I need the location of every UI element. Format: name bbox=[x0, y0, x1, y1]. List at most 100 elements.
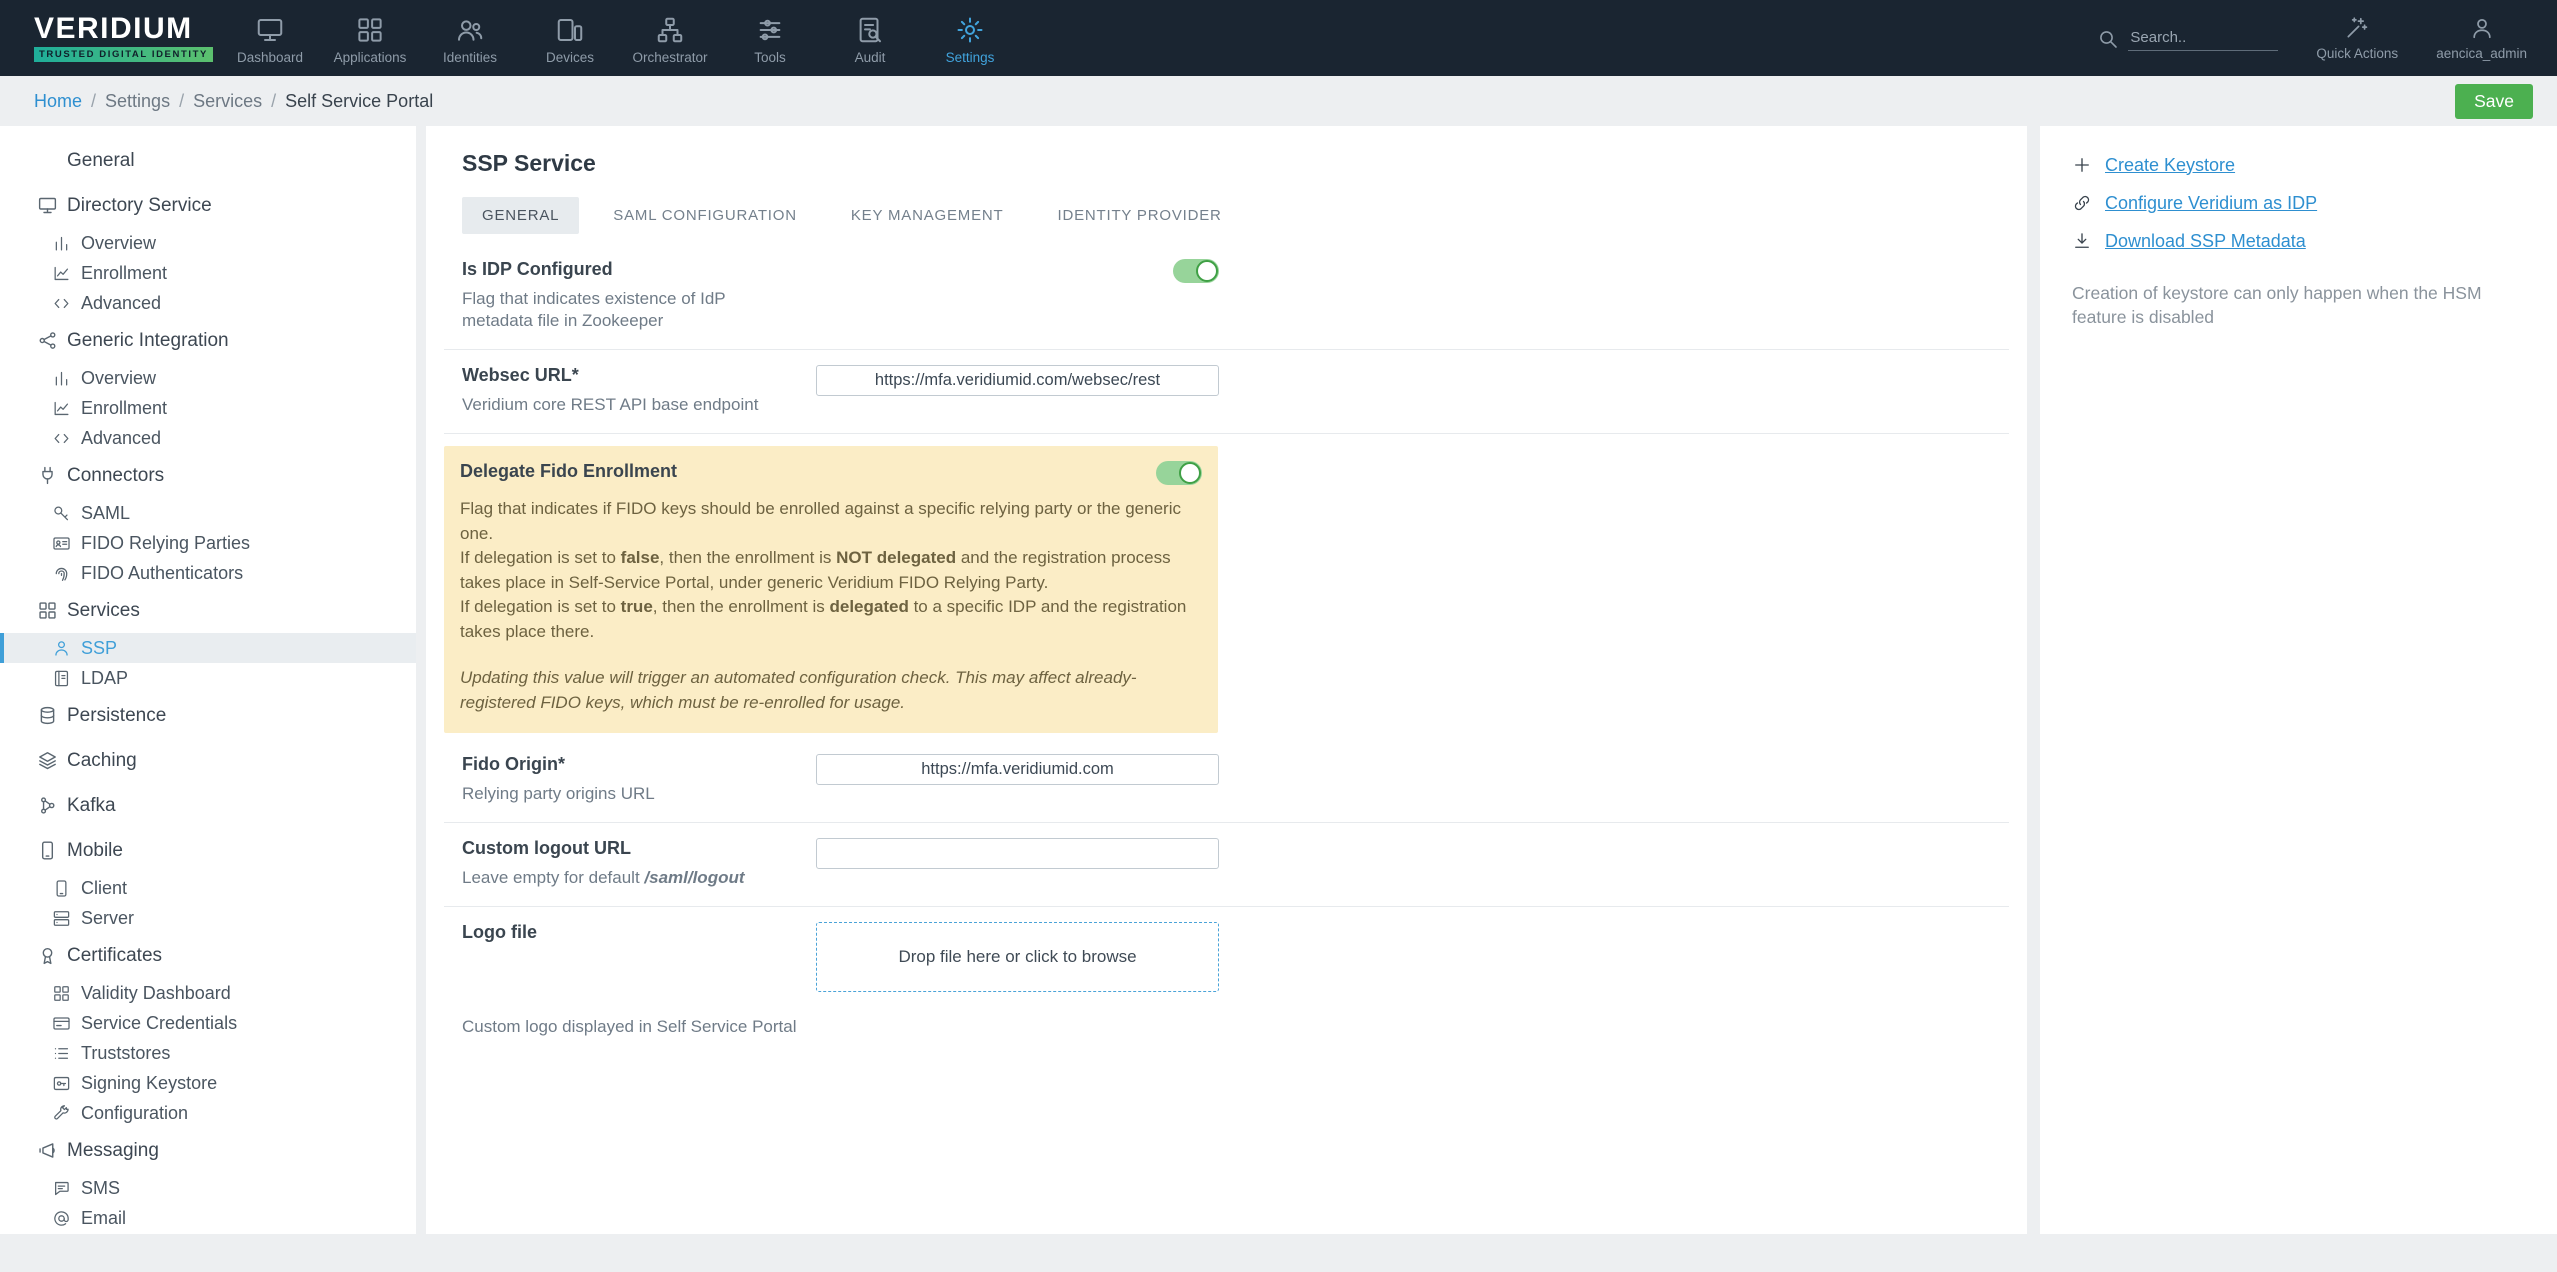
tab-key-management[interactable]: KEY MANAGEMENT bbox=[831, 197, 1024, 234]
monitor-icon bbox=[36, 195, 58, 217]
search-icon[interactable] bbox=[2096, 27, 2120, 51]
breadcrumb-services[interactable]: Services bbox=[193, 91, 262, 112]
sidebar-item-services[interactable]: Services bbox=[0, 588, 416, 633]
action-create-keystore[interactable]: Create Keystore bbox=[2072, 150, 2521, 180]
websec-url-input[interactable] bbox=[816, 365, 1219, 396]
settings-icon bbox=[955, 15, 985, 45]
action-link[interactable]: Create Keystore bbox=[2105, 155, 2235, 176]
sidebar-item-enrollment[interactable]: Enrollment bbox=[0, 393, 416, 423]
nav-item-dashboard[interactable]: Dashboard bbox=[220, 11, 320, 65]
sidebar-item-label: SMS bbox=[81, 1177, 121, 1198]
delegate-fido-toggle[interactable] bbox=[1156, 461, 1202, 485]
topbar: VERIDIUM TRUSTED DIGITAL IDENTITY Dashbo… bbox=[0, 0, 2557, 76]
sidebar-item-label: General bbox=[67, 149, 135, 171]
tab-identity-provider[interactable]: IDENTITY PROVIDER bbox=[1038, 197, 1242, 234]
sidebar-item-label: Configuration bbox=[81, 1102, 189, 1123]
sidebar-item-label: Messaging bbox=[67, 1139, 159, 1161]
field-label: Custom logout URL bbox=[462, 838, 631, 858]
topbar-right: Quick Actions aencica_admin bbox=[2096, 15, 2557, 61]
sidebar-item-label: Directory Service bbox=[67, 194, 212, 216]
tab-general[interactable]: GENERAL bbox=[462, 197, 580, 234]
breadcrumb-separator: / bbox=[179, 90, 185, 111]
sidebar-item-mobile[interactable]: Mobile bbox=[0, 828, 416, 873]
sidebar-item-persistence[interactable]: Persistence bbox=[0, 693, 416, 738]
sidebar-item-client[interactable]: Client bbox=[0, 873, 416, 903]
sidebar-item-truststores[interactable]: Truststores bbox=[0, 1038, 416, 1068]
nav-item-label: Settings bbox=[945, 50, 995, 65]
breadcrumb-bar: Home / Settings / Services / Self Servic… bbox=[0, 76, 2557, 126]
sidebar-item-label: Overview bbox=[81, 232, 157, 253]
logo-dropzone[interactable]: Drop file here or click to browse bbox=[816, 922, 1219, 992]
code-icon bbox=[50, 427, 72, 449]
nav-item-label: Orchestrator bbox=[632, 50, 708, 65]
nav-item-applications[interactable]: Applications bbox=[320, 11, 420, 65]
search-input[interactable] bbox=[2128, 25, 2279, 51]
sidebar-item-overview[interactable]: Overview bbox=[0, 363, 416, 393]
tab-saml-configuration[interactable]: SAML CONFIGURATION bbox=[593, 197, 817, 234]
sidebar-item-configuration[interactable]: Configuration bbox=[0, 1098, 416, 1128]
sidebar-item-sms[interactable]: SMS bbox=[0, 1173, 416, 1203]
custom-logout-url-input[interactable] bbox=[816, 838, 1219, 869]
is-idp-configured-toggle[interactable] bbox=[1173, 259, 1219, 283]
sidebar-item-label: Server bbox=[81, 907, 135, 928]
sidebar-item-advanced[interactable]: Advanced bbox=[0, 423, 416, 453]
sidebar-item-generic-integration[interactable]: Generic Integration bbox=[0, 318, 416, 363]
sidebar-item-server[interactable]: Server bbox=[0, 903, 416, 933]
breadcrumb-separator: / bbox=[91, 90, 97, 111]
user-icon bbox=[2469, 15, 2495, 41]
nav-item-identities[interactable]: Identities bbox=[420, 11, 520, 65]
sidebar-item-fido-relying-parties[interactable]: FIDO Relying Parties bbox=[0, 528, 416, 558]
sidebar-item-overview[interactable]: Overview bbox=[0, 228, 416, 258]
sidebar-item-kafka[interactable]: Kafka bbox=[0, 783, 416, 828]
sidebar-item-enrollment[interactable]: Enrollment bbox=[0, 258, 416, 288]
sidebar-item-validity-dashboard[interactable]: Validity Dashboard bbox=[0, 978, 416, 1008]
nav-item-label: Tools bbox=[754, 50, 786, 65]
nav-item-settings[interactable]: Settings bbox=[920, 11, 1020, 65]
sidebar-item-signing-keystore[interactable]: Signing Keystore bbox=[0, 1068, 416, 1098]
sidebar-item-directory-service[interactable]: Directory Service bbox=[0, 183, 416, 228]
sidebar-item-label: Truststores bbox=[81, 1042, 171, 1063]
sidebar: General Directory Service Overview Enrollme… bbox=[0, 126, 416, 1234]
mobile-icon bbox=[50, 877, 72, 899]
sidebar-item-label: Advanced bbox=[81, 292, 162, 313]
ssp-service-card: SSP Service GENERAL SAML CONFIGURATION K… bbox=[426, 126, 2027, 1234]
nav-item-devices[interactable]: Devices bbox=[520, 11, 620, 65]
sidebar-item-caching[interactable]: Caching bbox=[0, 738, 416, 783]
sidebar-item-label: Client bbox=[81, 877, 128, 898]
megaphone-icon bbox=[36, 1140, 58, 1162]
nav-item-orchestrator[interactable]: Orchestrator bbox=[620, 11, 720, 65]
fingerprint-icon bbox=[50, 562, 72, 584]
nav-item-tools[interactable]: Tools bbox=[720, 11, 820, 65]
veridium-logo[interactable]: VERIDIUM TRUSTED DIGITAL IDENTITY bbox=[34, 14, 214, 62]
sidebar-item-messaging[interactable]: Messaging bbox=[0, 1128, 416, 1173]
action-download-ssp-metadata[interactable]: Download SSP Metadata bbox=[2072, 226, 2521, 256]
sidebar-item-ldap[interactable]: LDAP bbox=[0, 663, 416, 693]
sidebar-item-fido-authenticators[interactable]: FIDO Authenticators bbox=[0, 558, 416, 588]
quick-actions-button[interactable]: Quick Actions bbox=[2316, 15, 2398, 61]
quick-actions-icon bbox=[2344, 15, 2370, 41]
layers-icon bbox=[36, 750, 58, 772]
sidebar-item-advanced[interactable]: Advanced bbox=[0, 288, 416, 318]
sidebar-item-saml[interactable]: SAML bbox=[0, 498, 416, 528]
sidebar-item-service-credentials[interactable]: Service Credentials bbox=[0, 1008, 416, 1038]
nav-item-audit[interactable]: Audit bbox=[820, 11, 920, 65]
quick-actions-label: Quick Actions bbox=[2316, 46, 2399, 61]
user-menu[interactable]: aencica_admin bbox=[2436, 15, 2527, 61]
breadcrumb-home[interactable]: Home bbox=[34, 91, 82, 112]
sidebar-item-label: LDAP bbox=[81, 667, 129, 688]
sidebar-item-certificates[interactable]: Certificates bbox=[0, 933, 416, 978]
sidebar-item-label: Persistence bbox=[67, 704, 167, 726]
sidebar-item-ssp[interactable]: SSP bbox=[0, 633, 416, 663]
nav-item-label: Devices bbox=[545, 50, 594, 65]
fido-origin-input[interactable] bbox=[816, 754, 1219, 785]
save-button[interactable]: Save bbox=[2455, 83, 2533, 119]
sidebar-item-email[interactable]: Email bbox=[0, 1203, 416, 1233]
sidebar-item-label: Advanced bbox=[81, 427, 162, 448]
sidebar-item-general[interactable]: General bbox=[0, 138, 416, 183]
database-icon bbox=[36, 705, 58, 727]
action-link[interactable]: Configure Veridium as IDP bbox=[2105, 193, 2317, 214]
breadcrumb-settings[interactable]: Settings bbox=[105, 91, 170, 112]
sidebar-item-connectors[interactable]: Connectors bbox=[0, 453, 416, 498]
action-configure-veridium-as-idp[interactable]: Configure Veridium as IDP bbox=[2072, 188, 2521, 218]
action-link[interactable]: Download SSP Metadata bbox=[2105, 231, 2306, 252]
